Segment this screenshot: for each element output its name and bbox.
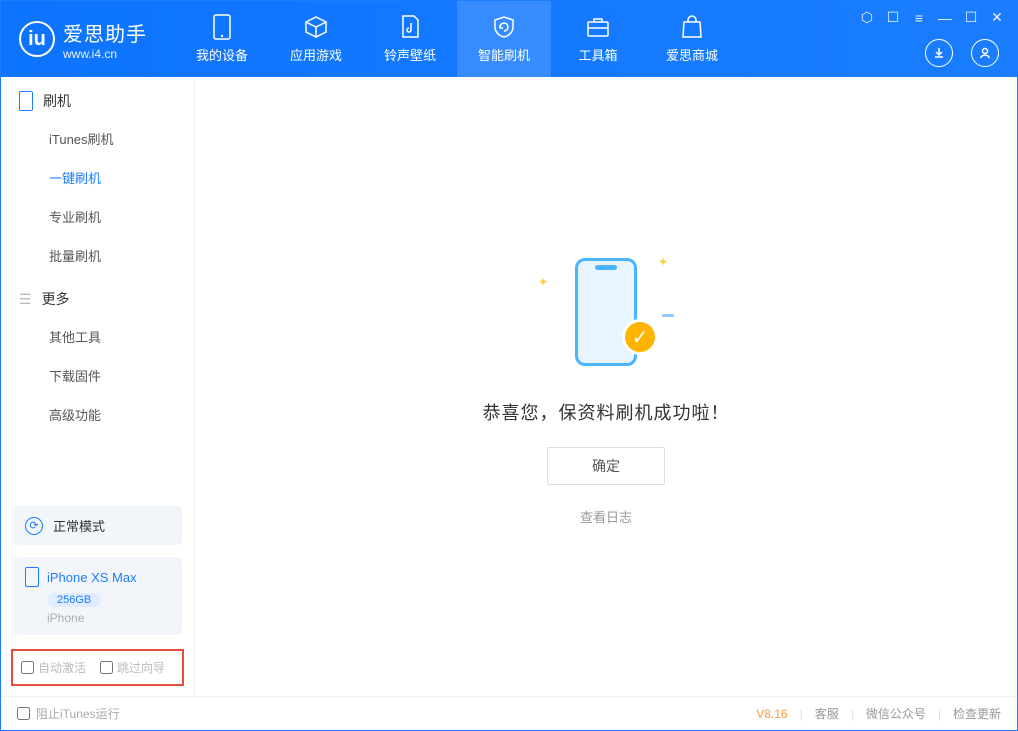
storage-badge: 256GB: [47, 593, 101, 607]
view-log-link[interactable]: 查看日志: [580, 507, 632, 526]
sidebar-item-pro[interactable]: 专业刷机: [1, 197, 194, 236]
sidebar-item-firmware[interactable]: 下载固件: [1, 356, 194, 395]
refresh-shield-icon: [491, 14, 517, 40]
success-text: 恭喜您，保资料刷机成功啦！: [483, 399, 730, 425]
support-link[interactable]: 客服: [815, 705, 839, 722]
block-itunes-checkbox[interactable]: 阻止iTunes运行: [17, 705, 120, 722]
tab-store[interactable]: 爱思商城: [645, 1, 739, 77]
sidebar: 刷机 iTunes刷机 一键刷机 专业刷机 批量刷机 ☰ 更多 其他工具 下载固…: [1, 77, 195, 696]
tshirt-icon[interactable]: ⬡: [859, 9, 875, 26]
mode-box[interactable]: ⟳ 正常模式: [13, 506, 182, 545]
spark-icon: ✦: [538, 275, 548, 289]
update-link[interactable]: 检查更新: [953, 705, 1001, 722]
skip-guide-input[interactable]: [100, 661, 113, 674]
sidebar-item-itunes[interactable]: iTunes刷机: [1, 119, 194, 158]
wechat-link[interactable]: 微信公众号: [866, 705, 926, 722]
line-decor: [662, 314, 674, 317]
tab-flash[interactable]: 智能刷机: [457, 1, 551, 77]
device-box[interactable]: iPhone XS Max 256GB iPhone: [13, 557, 182, 635]
statusbar: 阻止iTunes运行 V8.16 | 客服 | 微信公众号 | 检查更新: [1, 696, 1017, 730]
device-icon: [19, 91, 33, 111]
block-itunes-input[interactable]: [17, 707, 30, 720]
mode-icon: ⟳: [25, 517, 43, 535]
device-type: iPhone: [47, 611, 170, 625]
app-name: 爱思助手: [63, 18, 147, 47]
maximize-button[interactable]: ☐: [963, 9, 979, 26]
check-badge-icon: ✓: [622, 319, 658, 355]
ok-button[interactable]: 确定: [547, 447, 665, 485]
app-window: iu 爱思助手 www.i4.cn 我的设备 应用游戏: [0, 0, 1018, 731]
more-icon: ☰: [19, 291, 32, 308]
feedback-icon[interactable]: ☐: [885, 9, 901, 26]
header-tabs: 我的设备 应用游戏 铃声壁纸 智能刷机: [175, 1, 739, 77]
download-button[interactable]: [925, 39, 953, 67]
logo-icon: iu: [19, 21, 55, 57]
success-illustration: ✦ ✦ ✓: [536, 247, 676, 377]
logo[interactable]: iu 爱思助手 www.i4.cn: [19, 18, 147, 61]
spark-icon: ✦: [658, 255, 668, 269]
close-button[interactable]: ✕: [989, 9, 1005, 26]
user-button[interactable]: [971, 39, 999, 67]
toolbox-icon: [585, 14, 611, 40]
tab-toolbox[interactable]: 工具箱: [551, 1, 645, 77]
phone-icon: [209, 14, 235, 40]
window-controls: ⬡ ☐ ≡ — ☐ ✕: [859, 9, 1005, 26]
menu-icon[interactable]: ≡: [911, 10, 927, 26]
sidebar-group-more: ☰ 更多: [1, 275, 194, 317]
mode-label: 正常模式: [53, 516, 105, 535]
body: 刷机 iTunes刷机 一键刷机 专业刷机 批量刷机 ☰ 更多 其他工具 下载固…: [1, 77, 1017, 696]
tab-apps[interactable]: 应用游戏: [269, 1, 363, 77]
cube-icon: [303, 14, 329, 40]
sidebar-item-oneclick[interactable]: 一键刷机: [1, 158, 194, 197]
version-label: V8.16: [756, 707, 787, 721]
sidebar-item-batch[interactable]: 批量刷机: [1, 236, 194, 275]
music-file-icon: [397, 14, 423, 40]
sidebar-item-advanced[interactable]: 高级功能: [1, 395, 194, 434]
tab-ringtone[interactable]: 铃声壁纸: [363, 1, 457, 77]
sidebar-group-flash: 刷机: [1, 77, 194, 119]
minimize-button[interactable]: —: [937, 10, 953, 26]
device-small-icon: [25, 567, 39, 587]
auto-activate-input[interactable]: [21, 661, 34, 674]
tab-device[interactable]: 我的设备: [175, 1, 269, 77]
checkbox-row: 自动激活 跳过向导: [11, 649, 184, 686]
main-content: ✦ ✦ ✓ 恭喜您，保资料刷机成功啦！ 确定 查看日志: [195, 77, 1017, 696]
app-url: www.i4.cn: [63, 47, 147, 61]
sidebar-item-other[interactable]: 其他工具: [1, 317, 194, 356]
header: iu 爱思助手 www.i4.cn 我的设备 应用游戏: [1, 1, 1017, 77]
checkbox-auto-activate[interactable]: 自动激活: [21, 659, 86, 676]
bag-icon: [679, 14, 705, 40]
checkbox-skip-guide[interactable]: 跳过向导: [100, 659, 165, 676]
device-name: iPhone XS Max: [47, 570, 137, 585]
